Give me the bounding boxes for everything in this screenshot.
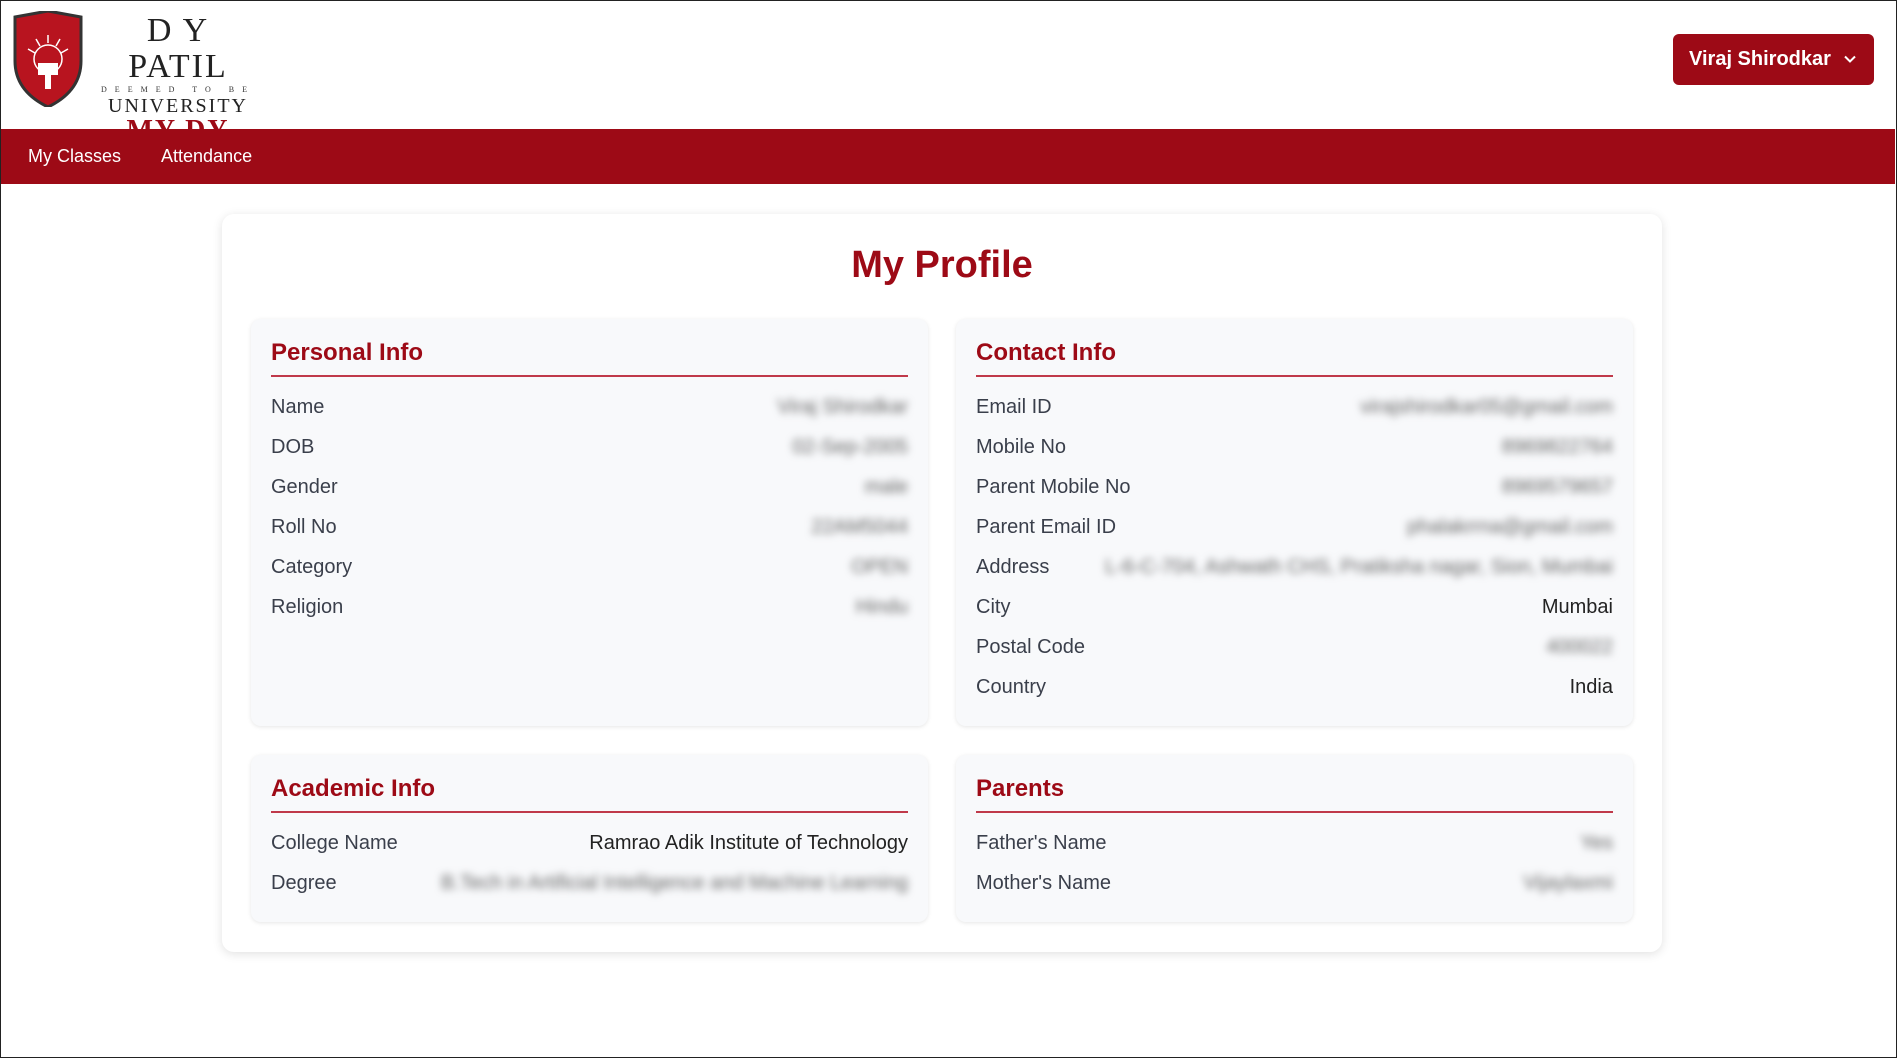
info-row-degree: Degree B.Tech in Artificial Intelligence… bbox=[271, 863, 908, 903]
university-shield-icon bbox=[13, 11, 83, 107]
field-label: Postal Code bbox=[976, 635, 1085, 658]
info-row-college: College Name Ramrao Adik Institute of Te… bbox=[271, 823, 908, 863]
logo-line-university: UNIVERSITY bbox=[108, 95, 248, 117]
page-title: My Profile bbox=[851, 244, 1033, 286]
field-label: Parent Mobile No bbox=[976, 475, 1131, 498]
field-value: 22AM5044 bbox=[811, 515, 908, 538]
info-row-dob: DOB 02-Sep-2005 bbox=[271, 427, 908, 467]
field-value: Mumbai bbox=[1541, 595, 1613, 618]
field-value: Vijaylaxmi bbox=[1523, 871, 1613, 894]
field-label: Address bbox=[976, 555, 1050, 578]
personal-info-section: Personal Info Name Viraj Shirodkar DOB 0… bbox=[251, 319, 928, 726]
info-row-religion: Religion Hindu bbox=[271, 587, 908, 627]
field-value: 02-Sep-2005 bbox=[792, 435, 908, 458]
field-value: 8969822764 bbox=[1501, 435, 1613, 458]
field-label: Degree bbox=[271, 871, 337, 894]
user-menu-button[interactable]: Viraj Shirodkar bbox=[1673, 34, 1874, 85]
info-row-gender: Gender male bbox=[271, 467, 908, 507]
field-value: Viraj Shirodkar bbox=[777, 395, 908, 418]
section-title: Academic Info bbox=[271, 775, 908, 813]
info-row-country: Country India bbox=[976, 667, 1613, 707]
chevron-down-icon bbox=[1844, 55, 1856, 63]
info-row-roll-no: Roll No 22AM5044 bbox=[271, 507, 908, 547]
logo-line-deemed: DEEMED TO BE bbox=[101, 85, 255, 94]
field-label: College Name bbox=[271, 831, 398, 854]
nav-item-attendance[interactable]: Attendance bbox=[141, 129, 272, 184]
info-row-mother: Mother's Name Vijaylaxmi bbox=[976, 863, 1613, 903]
main-nav: My Classes Attendance bbox=[1, 129, 1895, 184]
logo-wordmark: D Y PATIL DEEMED TO BE UNIVERSITY MY DY bbox=[93, 13, 263, 145]
page: D Y PATIL DEEMED TO BE UNIVERSITY MY DY … bbox=[0, 0, 1897, 1058]
section-title: Personal Info bbox=[271, 339, 908, 377]
university-logo[interactable]: D Y PATIL DEEMED TO BE UNIVERSITY MY DY bbox=[11, 11, 263, 145]
section-title: Parents bbox=[976, 775, 1613, 813]
field-value: Hindu bbox=[855, 595, 908, 618]
field-label: Roll No bbox=[271, 515, 337, 538]
info-row-father: Father's Name Yes bbox=[976, 823, 1613, 863]
info-row-email: Email ID virajshirodkar05@gmail.com bbox=[976, 387, 1613, 427]
profile-card: My Profile Personal Info Name Viraj Shir… bbox=[222, 214, 1662, 952]
field-value: B.Tech in Artificial Intelligence and Ma… bbox=[441, 871, 908, 894]
section-title: Contact Info bbox=[976, 339, 1613, 377]
user-name-label: Viraj Shirodkar bbox=[1689, 48, 1831, 70]
info-row-parent-mobile: Parent Mobile No 8969579657 bbox=[976, 467, 1613, 507]
academic-info-section: Academic Info College Name Ramrao Adik I… bbox=[251, 755, 928, 922]
field-label: City bbox=[976, 595, 1011, 618]
field-label: Mother's Name bbox=[976, 871, 1111, 894]
field-label: Country bbox=[976, 675, 1047, 698]
field-value: Ramrao Adik Institute of Technology bbox=[589, 831, 908, 854]
contact-info-section: Contact Info Email ID virajshirodkar05@g… bbox=[956, 319, 1633, 726]
info-row-address: Address L-6-C-704, Ashwath CHS, Pratiksh… bbox=[976, 547, 1613, 587]
field-label: Religion bbox=[271, 595, 344, 618]
field-value: 400022 bbox=[1546, 635, 1613, 658]
info-row-category: Category OPEN bbox=[271, 547, 908, 587]
field-label: Email ID bbox=[976, 395, 1052, 418]
header: D Y PATIL DEEMED TO BE UNIVERSITY MY DY … bbox=[1, 1, 1896, 145]
field-value: OPEN bbox=[851, 555, 908, 578]
logo-line-dypatil: D Y PATIL bbox=[128, 12, 228, 85]
field-value: Yes bbox=[1580, 831, 1613, 854]
field-label: Father's Name bbox=[976, 831, 1107, 854]
field-label: Category bbox=[271, 555, 353, 578]
field-value: male bbox=[864, 475, 908, 498]
info-row-city: City Mumbai bbox=[976, 587, 1613, 627]
field-value: virajshirodkar05@gmail.com bbox=[1360, 395, 1613, 418]
field-label: Name bbox=[271, 395, 325, 418]
field-label: DOB bbox=[271, 435, 315, 458]
info-row-name: Name Viraj Shirodkar bbox=[271, 387, 908, 427]
field-value: India bbox=[1569, 675, 1613, 698]
parents-section: Parents Father's Name Yes Mother's Name … bbox=[956, 755, 1633, 922]
info-row-mobile: Mobile No 8969822764 bbox=[976, 427, 1613, 467]
field-label: Mobile No bbox=[976, 435, 1067, 458]
info-row-postal-code: Postal Code 400022 bbox=[976, 627, 1613, 667]
field-value: L-6-C-704, Ashwath CHS, Pratiksha nagar,… bbox=[1104, 555, 1613, 578]
field-label: Gender bbox=[271, 475, 338, 498]
field-value: 8969579657 bbox=[1501, 475, 1613, 498]
nav-item-my-classes[interactable]: My Classes bbox=[1, 129, 141, 184]
info-row-parent-email: Parent Email ID phalakrrna@gmail.com bbox=[976, 507, 1613, 547]
field-label: Parent Email ID bbox=[976, 515, 1117, 538]
field-value: phalakrrna@gmail.com bbox=[1407, 515, 1613, 538]
